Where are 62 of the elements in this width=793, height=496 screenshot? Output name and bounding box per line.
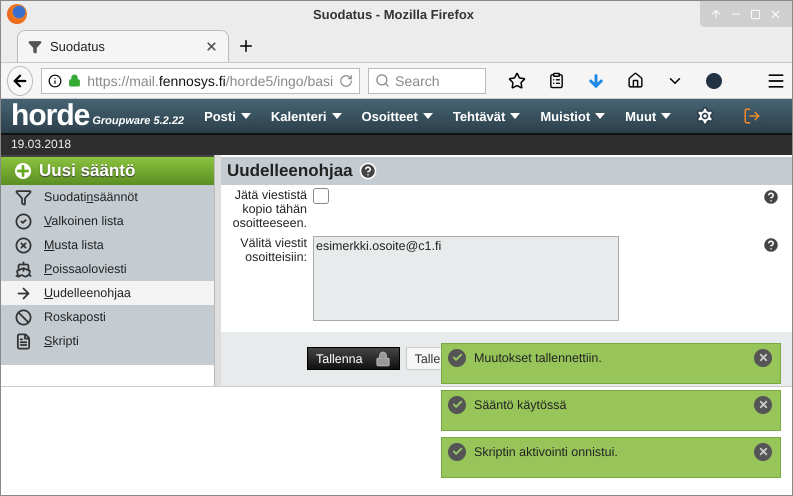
firefox-logo-icon <box>7 4 27 24</box>
menu-item[interactable]: Posti <box>204 108 251 124</box>
sidebar-item[interactable]: Poissaoloviesti <box>1 257 214 281</box>
check-icon <box>448 442 466 460</box>
clipboard-icon[interactable] <box>548 72 565 89</box>
help-icon[interactable] <box>358 162 377 180</box>
sidebar-item[interactable]: Musta lista <box>1 233 214 257</box>
search-icon <box>375 73 390 88</box>
back-button[interactable] <box>7 66 34 96</box>
notification-toast: Muutokset tallennettiin. <box>441 343 781 384</box>
checkbox[interactable] <box>313 188 329 204</box>
menu-item[interactable]: Tehtävät <box>452 108 520 124</box>
caret-icon <box>510 112 520 120</box>
dismiss-icon[interactable] <box>754 396 772 414</box>
window-title: Suodatus - Mozilla Firefox <box>312 6 476 22</box>
menu-item[interactable]: Kalenteri <box>270 108 342 124</box>
field-label: Jätä viestistä kopio tähän osoitteeseen. <box>232 188 307 230</box>
notification-toast: Sääntö käytössä <box>441 390 781 431</box>
lock-icon <box>68 74 82 87</box>
check-icon <box>448 348 466 366</box>
address-field[interactable]: https://mail.fennosys.fi/horde5/ingo/basi <box>41 68 360 94</box>
lock-icon <box>374 350 391 367</box>
dismiss-icon[interactable] <box>754 348 772 366</box>
logout-icon[interactable] <box>743 107 762 125</box>
caret-icon <box>661 112 672 120</box>
sidebar-item[interactable]: Roskaposti <box>1 305 214 329</box>
date-text: 19.03.2018 <box>11 137 72 151</box>
field-label: Välitä viestit osoitteisiin: <box>239 236 307 266</box>
new-tab-icon[interactable] <box>237 37 255 55</box>
settings-icon[interactable] <box>695 106 716 126</box>
reload-icon[interactable] <box>339 74 354 88</box>
sidebar-item[interactable]: Skripti <box>1 329 214 353</box>
help-icon[interactable] <box>762 188 780 206</box>
menu-item[interactable]: Muut <box>625 108 672 124</box>
star-icon[interactable] <box>508 72 526 90</box>
home-icon[interactable] <box>627 72 644 89</box>
save-button[interactable]: Tallenna <box>307 347 400 370</box>
caret-icon <box>422 112 433 120</box>
sidebar-item[interactable]: Suodatinsäännöt <box>1 185 214 209</box>
funnel-icon <box>28 40 42 54</box>
scrollbar[interactable] <box>214 155 221 386</box>
close-tab-icon[interactable] <box>205 40 218 53</box>
caret-icon <box>595 112 606 120</box>
form-title: Uudelleenohjaa <box>227 160 353 181</box>
sidebar-item[interactable]: Uudelleenohjaa <box>1 281 214 305</box>
address-textarea[interactable]: esimerkki.osoite@c1.fi <box>313 236 619 321</box>
plus-icon <box>15 163 31 179</box>
notification-toast: Skriptin aktivointi onnistui. <box>441 437 781 478</box>
help-icon[interactable] <box>762 236 780 254</box>
menu-item[interactable]: Muistiot <box>540 108 606 124</box>
download-icon[interactable] <box>587 72 605 90</box>
menu-item[interactable]: Osoitteet <box>362 108 433 124</box>
horde-logo[interactable]: horde <box>11 99 90 133</box>
caret-icon <box>240 112 251 120</box>
product-version: Groupware 5.2.22 <box>92 115 184 127</box>
check-icon <box>448 396 466 414</box>
browser-tab[interactable]: Suodatus <box>17 30 229 62</box>
search-field[interactable]: Search <box>368 68 486 94</box>
info-icon[interactable] <box>48 74 62 88</box>
dismiss-icon[interactable] <box>754 442 772 460</box>
sidebar-item[interactable]: Valkoinen lista <box>1 209 214 233</box>
caret-icon <box>332 112 342 120</box>
